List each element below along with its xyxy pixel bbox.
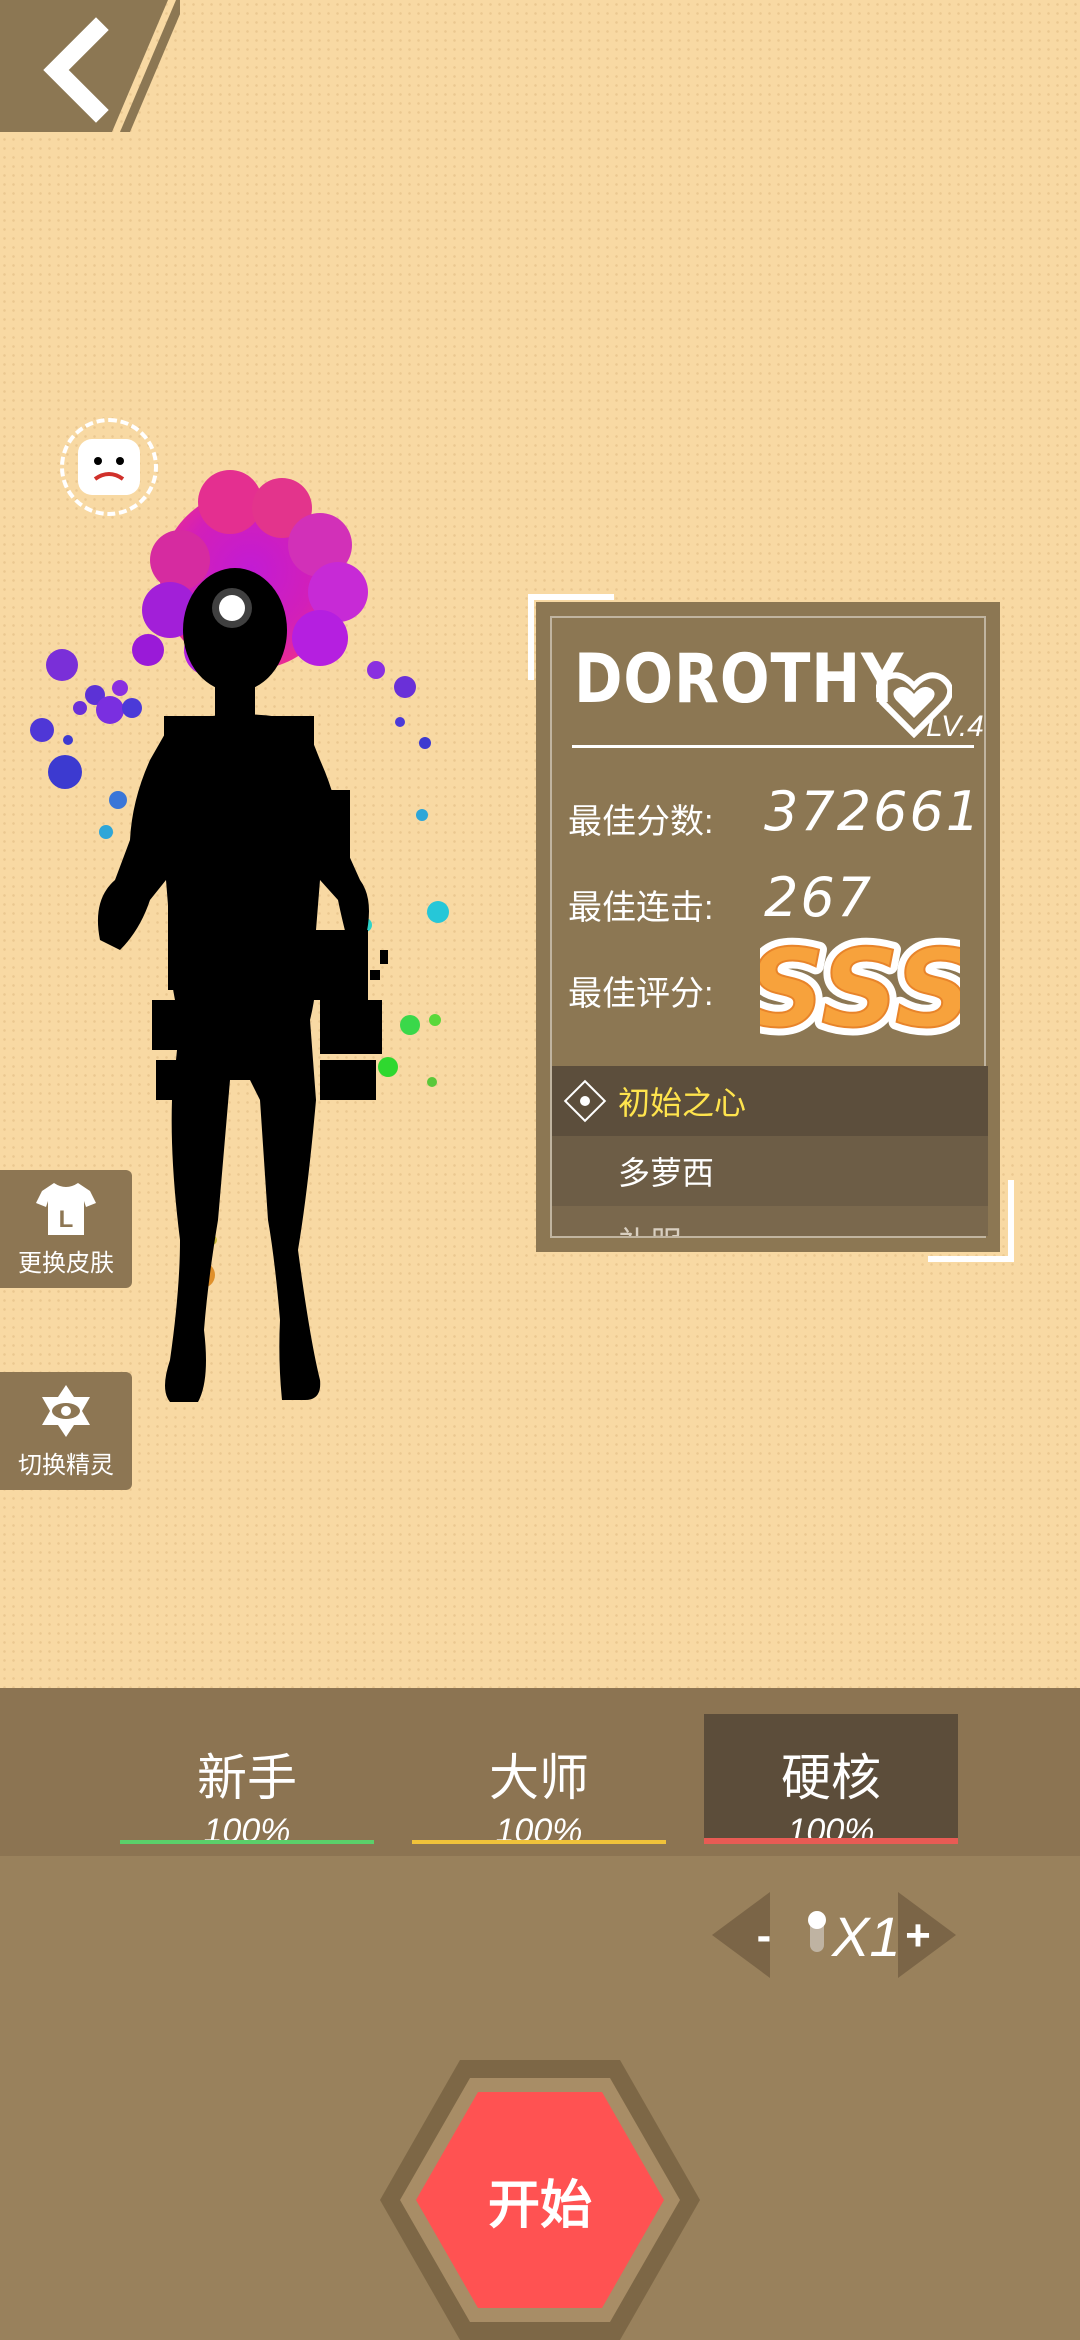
rating-value: SSS bbox=[760, 930, 960, 1048]
start-label: 开始 bbox=[487, 2176, 592, 2235]
difficulty-bar bbox=[412, 1840, 666, 1844]
best-combo-value: 267 bbox=[764, 866, 874, 929]
difficulty-bar bbox=[120, 1840, 374, 1844]
chevron-left-icon bbox=[0, 0, 186, 132]
difficulty-hardcore[interactable]: 硬核 100% bbox=[704, 1714, 958, 1850]
best-score-value: 372661 bbox=[764, 780, 983, 843]
change-skin-button[interactable]: L 更换皮肤 bbox=[0, 1170, 132, 1288]
best-score-label: 最佳分数: bbox=[568, 803, 714, 841]
skin-item-dress[interactable]: 礼服 bbox=[552, 1206, 988, 1236]
difficulty-novice[interactable]: 新手 100% bbox=[120, 1714, 374, 1850]
difficulty-bar bbox=[704, 1838, 958, 1844]
skin-item-dorothy[interactable]: 多萝西 bbox=[552, 1136, 988, 1206]
speed-multiplier: - X1 + bbox=[712, 1892, 956, 1978]
name-underline bbox=[572, 745, 974, 748]
skin-item-label: 初始之心 bbox=[618, 1085, 747, 1121]
switch-elf-label: 切换精灵 bbox=[18, 1451, 114, 1479]
best-rating-label: 最佳评分: bbox=[568, 975, 714, 1013]
radio-selected-icon bbox=[563, 1079, 607, 1123]
difficulty-percent: 100% bbox=[495, 1812, 583, 1850]
difficulty-label: 新手 bbox=[197, 1750, 297, 1806]
character-level: LV.4 bbox=[926, 710, 984, 743]
shirt-icon: L bbox=[36, 1181, 96, 1237]
eye-icon bbox=[36, 1383, 96, 1439]
skin-item-label: 多萝西 bbox=[618, 1155, 715, 1191]
plus-button[interactable]: + bbox=[888, 1898, 948, 1974]
rating-badge: SSS SSS bbox=[760, 930, 960, 1048]
back-button[interactable] bbox=[0, 0, 186, 132]
skin-item-label: 礼服 bbox=[618, 1218, 682, 1236]
difficulty-label: 大师 bbox=[489, 1750, 589, 1806]
start-button[interactable]: 开始 bbox=[380, 2060, 700, 2340]
difficulty-label: 硬核 bbox=[781, 1750, 881, 1806]
difficulty-master[interactable]: 大师 100% bbox=[412, 1714, 666, 1850]
difficulty-percent: 100% bbox=[203, 1812, 291, 1850]
svg-text:L: L bbox=[59, 1206, 74, 1233]
difficulty-percent: 100% bbox=[787, 1812, 875, 1850]
character-name: DOROTHY bbox=[574, 640, 905, 719]
skin-item-initial-heart[interactable]: 初始之心 bbox=[552, 1066, 988, 1136]
minus-button[interactable]: - bbox=[734, 1898, 794, 1974]
best-combo-label: 最佳连击: bbox=[568, 889, 714, 927]
skin-list[interactable]: 初始之心 多萝西 礼服 bbox=[552, 1066, 988, 1236]
switch-elf-button[interactable]: 切换精灵 bbox=[0, 1372, 132, 1490]
change-skin-label: 更换皮肤 bbox=[18, 1249, 114, 1277]
